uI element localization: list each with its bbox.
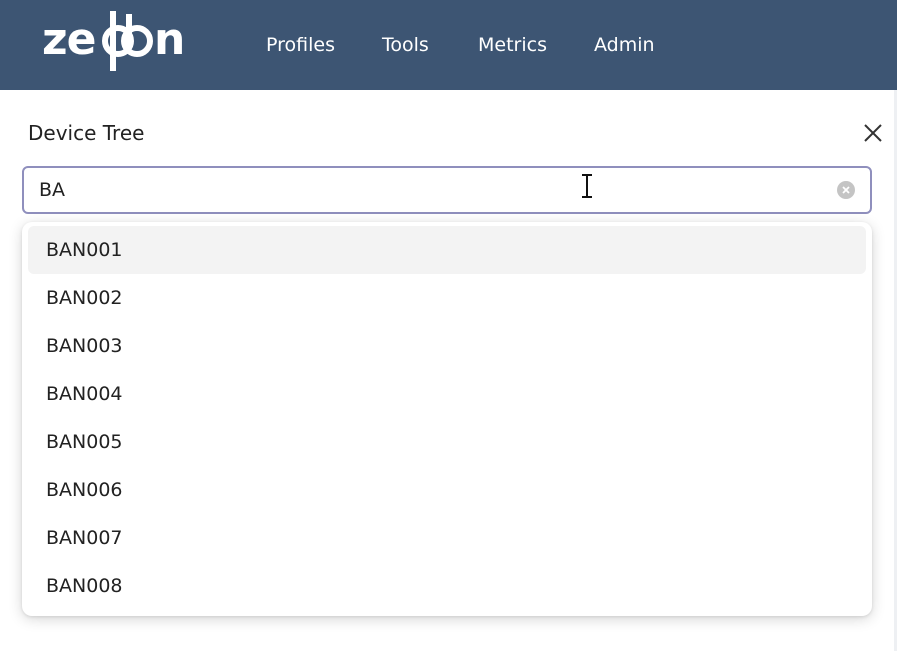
top-navbar: ze n Profiles Tools Metrics Admin [0,0,897,90]
nav-tools[interactable]: Tools [382,33,429,57]
device-search-box[interactable] [22,166,872,214]
list-item[interactable]: BAN004 [28,370,866,418]
clear-circle-icon[interactable] [837,181,855,199]
option-label: BAN002 [46,287,123,309]
text-cursor-icon [578,173,596,199]
list-item[interactable]: BAN002 [28,274,866,322]
option-label: BAN001 [46,239,123,261]
option-label: BAN005 [46,431,123,453]
panel-title: Device Tree [28,121,145,145]
option-label: BAN006 [46,479,123,501]
svg-text:n: n [154,14,184,65]
zeppen-logo[interactable]: ze n [42,10,200,74]
svg-text:ze: ze [42,14,95,65]
option-label: BAN003 [46,335,123,357]
search-results-dropdown: BAN001 BAN002 BAN003 BAN004 BAN005 BAN00… [22,222,872,616]
list-item[interactable]: BAN007 [28,514,866,562]
list-item[interactable]: BAN001 [28,226,866,274]
close-icon[interactable] [860,120,886,146]
list-item[interactable]: BAN005 [28,418,866,466]
list-item[interactable]: BAN008 [28,562,866,610]
list-item[interactable]: BAN003 [28,322,866,370]
device-search-input[interactable] [39,177,819,203]
nav-admin[interactable]: Admin [594,33,655,57]
option-label: BAN004 [46,383,123,405]
list-item[interactable]: BAN006 [28,466,866,514]
option-label: BAN007 [46,527,123,549]
nav-profiles[interactable]: Profiles [266,33,335,57]
option-label: BAN008 [46,575,123,597]
nav-metrics[interactable]: Metrics [478,33,547,57]
